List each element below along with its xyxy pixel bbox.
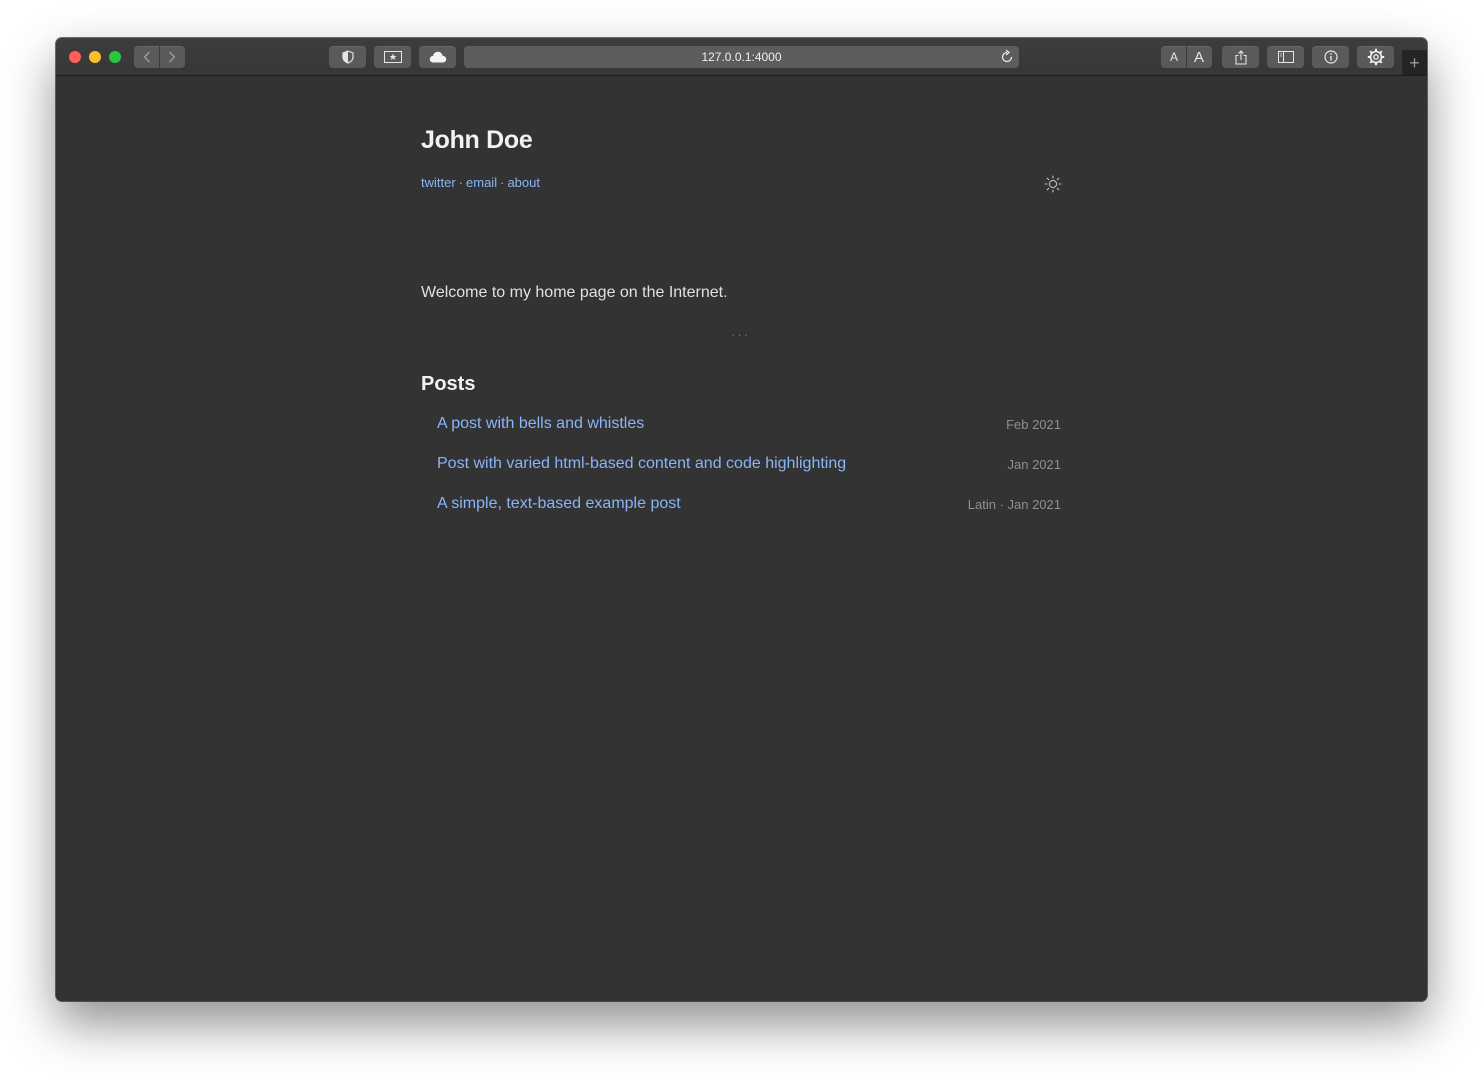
new-tab-button[interactable]: + (1402, 50, 1427, 75)
post-link[interactable]: A post with bells and whistles (437, 415, 644, 433)
post-date: Jan 2021 (1007, 457, 1062, 472)
browser-window: 127.0.0.1:4000 A A + John Doe twitter · … (56, 38, 1427, 1001)
bookmarks-button[interactable] (374, 46, 411, 68)
browser-toolbar: 127.0.0.1:4000 A A + (56, 38, 1427, 76)
gear-icon (1367, 48, 1384, 66)
nav-separator: · (458, 175, 464, 190)
settings-button[interactable] (1357, 46, 1394, 68)
minimize-window-button[interactable] (89, 51, 101, 63)
share-icon (1234, 49, 1247, 65)
post-date: Feb 2021 (1006, 417, 1061, 432)
reload-icon[interactable] (1000, 49, 1014, 64)
post-link[interactable]: A simple, text-based example post (437, 495, 681, 513)
site-nav: twitter · email · about (421, 175, 540, 190)
welcome-text: Welcome to my home page on the Internet. (421, 284, 728, 301)
nav-separator: · (500, 175, 505, 190)
text-size-group: A A (1161, 46, 1212, 68)
zoom-window-button[interactable] (109, 51, 121, 63)
privacy-report-button[interactable] (329, 46, 366, 68)
post-list-item: Post with varied html-based content and … (437, 455, 1061, 495)
share-button[interactable] (1222, 46, 1259, 68)
forward-button[interactable] (160, 46, 185, 68)
cloud-icon (429, 51, 446, 63)
increase-font-button[interactable]: A (1187, 46, 1212, 68)
chevron-right-icon (169, 51, 176, 63)
posts-heading: Posts (421, 373, 476, 395)
info-icon (1323, 50, 1338, 64)
post-list-item: A post with bells and whistles Feb 2021 (437, 415, 1061, 455)
info-button[interactable] (1312, 46, 1349, 68)
shield-icon (341, 50, 354, 64)
decrease-font-button[interactable]: A (1162, 46, 1187, 68)
post-link[interactable]: Post with varied html-based content and … (437, 455, 846, 473)
post-list: A post with bells and whistles Feb 2021 … (437, 415, 1061, 535)
post-list-item: A simple, text-based example post Latin … (437, 495, 1061, 535)
chevron-left-icon (143, 51, 150, 63)
back-forward-group (134, 46, 185, 68)
post-date: Latin · Jan 2021 (967, 497, 1061, 512)
address-bar[interactable]: 127.0.0.1:4000 (464, 46, 1019, 68)
section-divider: ... (731, 325, 751, 339)
reading-list-icon (383, 51, 402, 63)
icloud-tabs-button[interactable] (419, 46, 456, 68)
page-viewport: John Doe twitter · email · about Welcome to (56, 76, 1427, 1001)
sidebar-toggle-button[interactable] (1267, 46, 1304, 68)
close-window-button[interactable] (69, 51, 81, 63)
site-title[interactable]: John Doe (421, 126, 533, 155)
sun-icon[interactable] (1044, 175, 1062, 193)
url-text: 127.0.0.1:4000 (701, 50, 782, 64)
nav-link-twitter[interactable]: twitter (421, 175, 456, 190)
back-button[interactable] (135, 46, 160, 68)
sidebar-icon (1277, 51, 1294, 63)
nav-link-email[interactable]: email (466, 175, 497, 190)
nav-link-about[interactable]: about (507, 175, 540, 190)
